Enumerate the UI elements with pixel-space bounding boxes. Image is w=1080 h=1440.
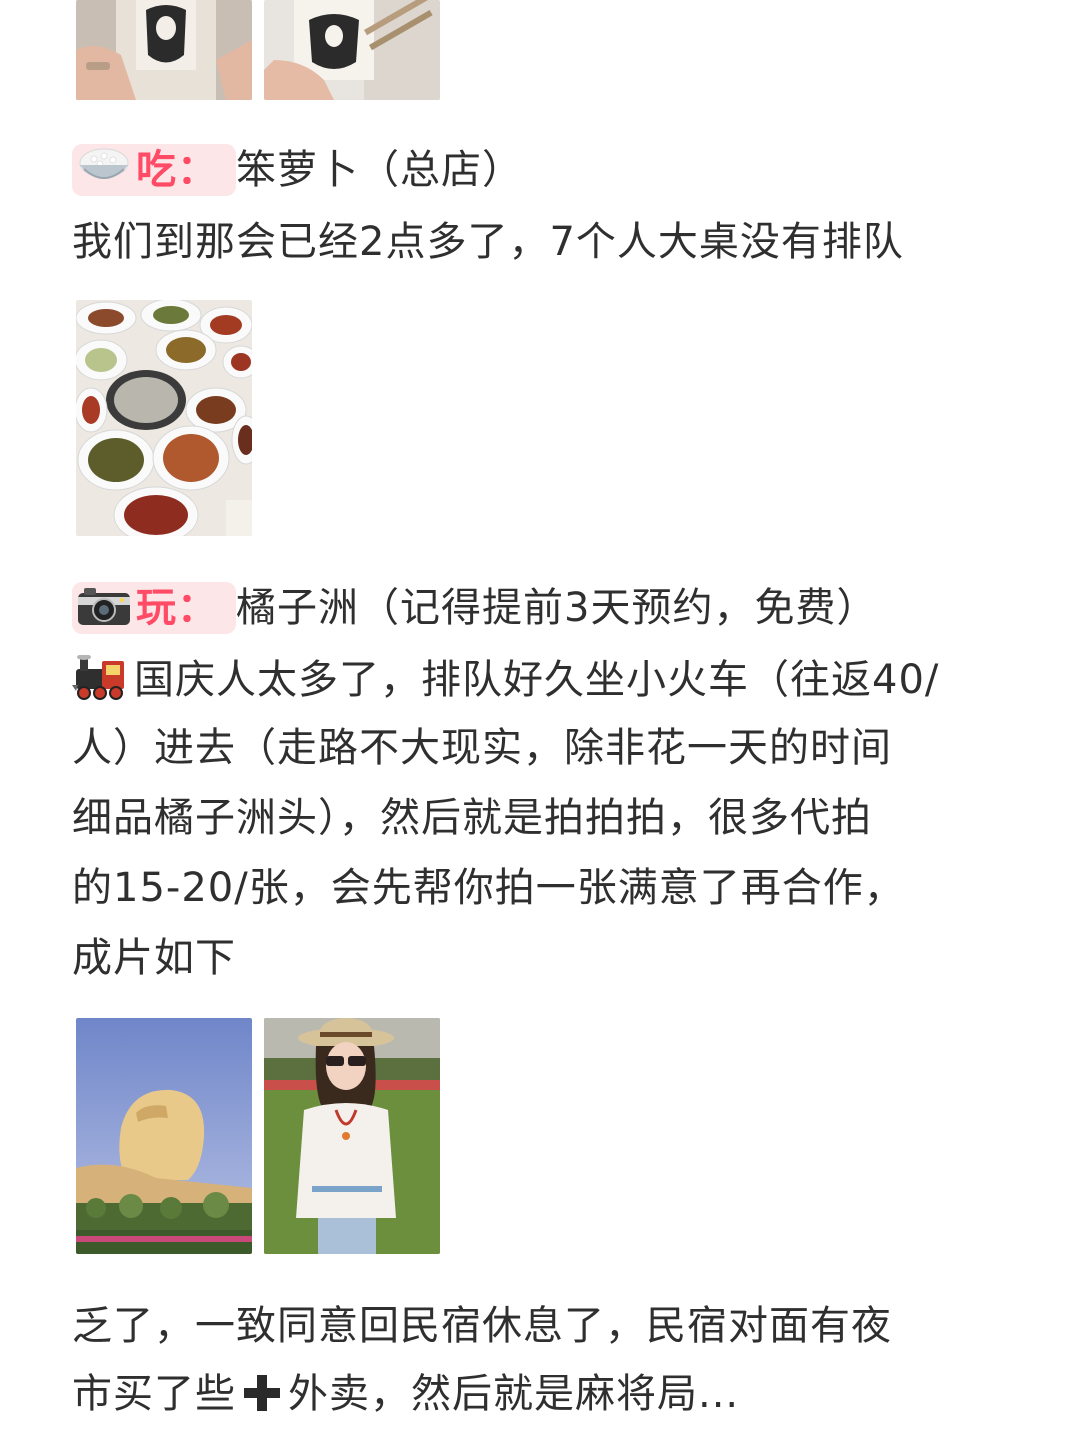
portrait-photo[interactable] xyxy=(264,1018,440,1254)
play-title: 橘子洲（记得提前3天预约，免费） xyxy=(236,585,878,631)
camera-icon xyxy=(76,585,132,627)
eat-tag-label: 吃： xyxy=(136,147,218,193)
play-tag: 玩： xyxy=(72,582,236,634)
eat-description: 我们到那会已经2点多了，7个人大桌没有排队 xyxy=(72,219,904,265)
statue-photo[interactable] xyxy=(76,1018,252,1254)
eat-tag: 吃： xyxy=(72,144,236,196)
play-tag-label: 玩： xyxy=(136,585,218,631)
play-heading: 玩： 橘子洲（记得提前3天预约，免费） xyxy=(72,582,877,634)
milk-tea-photo-1[interactable] xyxy=(76,0,252,100)
eat-title: 笨萝卜（总店） xyxy=(236,147,523,193)
train-icon xyxy=(72,654,130,701)
footer-line-2-start: 市买了些 xyxy=(72,1371,236,1417)
rice-bowl-icon xyxy=(76,147,132,189)
eat-heading: 吃： 笨萝卜（总店） xyxy=(72,144,523,196)
play-line-3: 细品橘子洲头），然后就是拍拍拍，很多代拍 xyxy=(72,795,872,841)
play-line-1: 国庆人太多了，排队好久坐小火车（往返40/ xyxy=(72,654,939,706)
milk-tea-photo-2[interactable] xyxy=(264,0,440,100)
play-line-1-text: 国庆人太多了，排队好久坐小火车（往返40/ xyxy=(134,657,940,703)
play-line-2: 人）进去（走路不大现实，除非花一天的时间 xyxy=(72,725,892,771)
footer-line-1: 乏了，一致同意回民宿休息了，民宿对面有夜 xyxy=(72,1303,892,1349)
footer-line-2-end: 外卖，然后就是麻将局... xyxy=(288,1371,740,1417)
plus-icon xyxy=(242,1373,282,1413)
food-table-photo[interactable] xyxy=(76,300,252,536)
footer-line-2: 市买了些 外卖，然后就是麻将局... xyxy=(72,1368,739,1420)
play-line-4: 的15-20/张，会先帮你拍一张满意了再合作， xyxy=(72,865,905,911)
play-line-5: 成片如下 xyxy=(72,935,236,981)
